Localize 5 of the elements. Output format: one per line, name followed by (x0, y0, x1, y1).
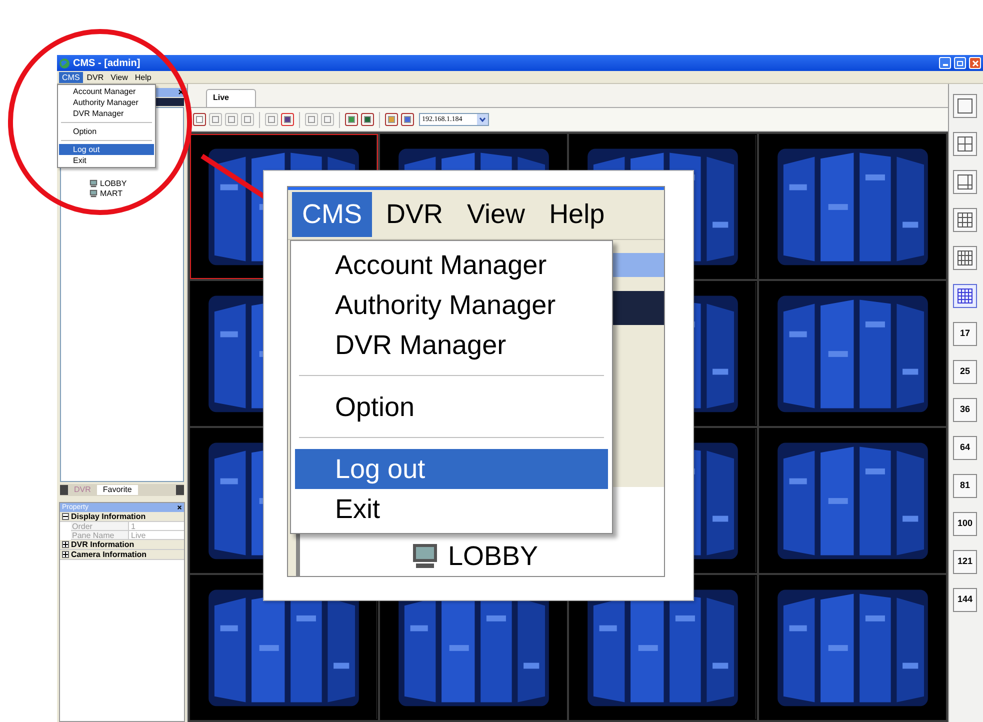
property-value: Live (130, 531, 147, 539)
property-name: Order (71, 522, 129, 530)
property-value: 1 (130, 522, 136, 530)
window-title: CMS - [admin] (73, 56, 140, 70)
property-name: Pane Name (71, 531, 129, 539)
